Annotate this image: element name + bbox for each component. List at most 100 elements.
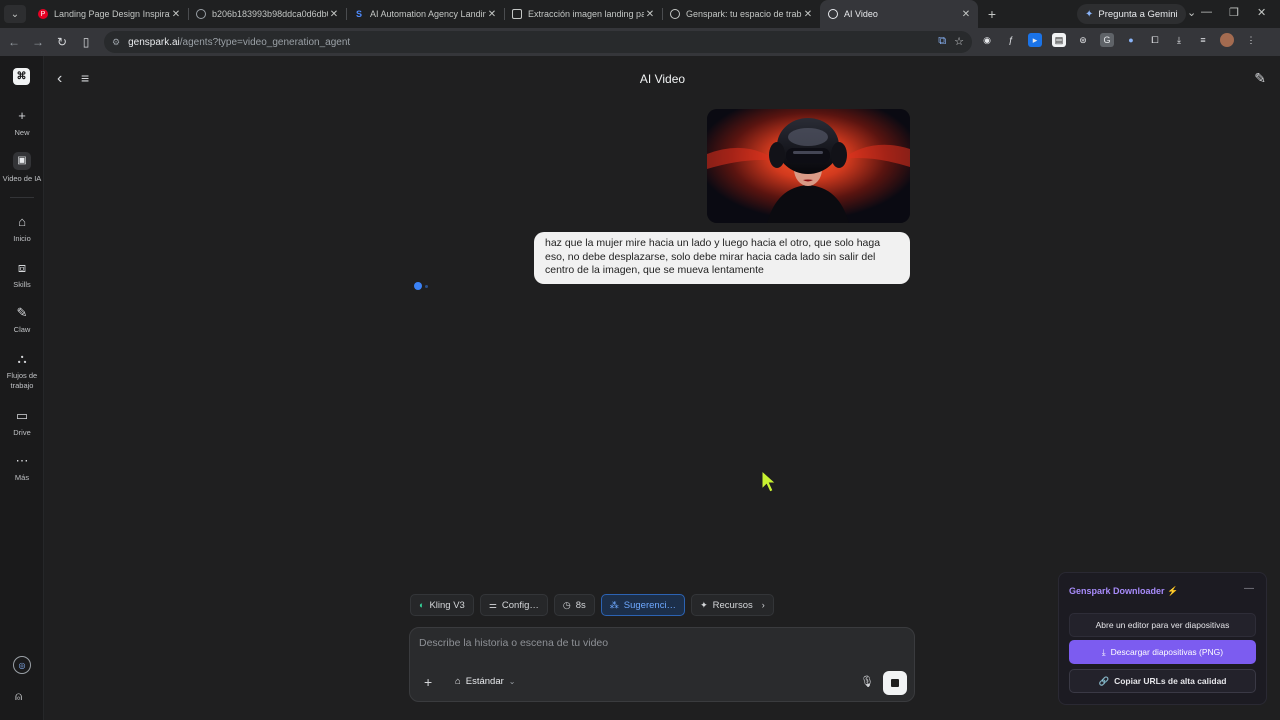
download-png-button[interactable]: ⤓ Descargar diapositivas (PNG) bbox=[1069, 640, 1256, 664]
openai-icon[interactable]: ⊛ bbox=[1076, 33, 1090, 47]
url-input[interactable]: ⚙ genspark.ai/agents?type=video_generati… bbox=[104, 31, 972, 53]
font-icon[interactable]: ƒ bbox=[1004, 33, 1018, 47]
open-editor-button[interactable]: Abre un editor para ver diapositivas bbox=[1069, 613, 1256, 637]
sidebar: ⌘ + New ▣ Video de IA ⌂ Inicio ⧈ Skills … bbox=[0, 56, 44, 720]
new-chat-edit-icon[interactable]: ✎ bbox=[1254, 70, 1266, 87]
workflow-icon: ⛬ bbox=[17, 351, 27, 366]
window-close-icon[interactable]: ✕ bbox=[1257, 6, 1266, 19]
media-control-icon[interactable]: ≡ bbox=[1196, 33, 1210, 47]
tab-hash[interactable]: b206b183993b98ddca0d6db0f ✕ bbox=[188, 0, 346, 28]
extension-blue-icon[interactable]: ▸ bbox=[1028, 33, 1042, 47]
page-title: AI Video bbox=[639, 72, 686, 86]
tab-landing-page-design[interactable]: P Landing Page Design Inspiratio ✕ bbox=[30, 0, 188, 28]
config-button[interactable]: ⚌ Config… bbox=[479, 594, 548, 616]
close-icon[interactable]: ✕ bbox=[170, 9, 182, 20]
sidebar-item-new[interactable]: + New bbox=[0, 108, 44, 138]
duration-button[interactable]: ◷ 8s bbox=[553, 594, 595, 616]
resources-label: Recursos bbox=[712, 599, 753, 611]
quality-mode-label: Estándar bbox=[465, 676, 504, 687]
downloader-title: Genspark Downloader ⚡ bbox=[1069, 586, 1178, 597]
back-arrow-icon[interactable]: ← bbox=[4, 35, 24, 49]
quality-icon: ⌂ bbox=[455, 676, 461, 687]
sidebar-item-flujos-de-trabajo[interactable]: ⛬ Flujos de trabajo bbox=[0, 351, 44, 391]
sidebar-item-label: Flujos de trabajo bbox=[6, 371, 38, 390]
timer-icon: ◷ bbox=[562, 599, 571, 610]
model-selector[interactable]: ◐ Kling V3 bbox=[410, 594, 474, 616]
stop-button[interactable] bbox=[883, 671, 907, 695]
profile-chevron-icon[interactable]: ⌄ bbox=[1187, 6, 1196, 19]
sidebar-item-drive[interactable]: ▭ Drive bbox=[0, 408, 44, 438]
extension-round-icon[interactable]: ● bbox=[1124, 33, 1138, 47]
chevron-down-icon: ⌄ bbox=[508, 677, 516, 686]
close-icon[interactable]: ✕ bbox=[802, 9, 814, 20]
bookmark-star-icon[interactable]: ☆ bbox=[954, 35, 964, 48]
sidebar-item-label: Inicio bbox=[13, 234, 31, 243]
sidebar-item-label: Claw bbox=[13, 325, 31, 334]
user-message-bubble: haz que la mujer mire hacia un lado y lu… bbox=[534, 232, 910, 284]
sidebar-item-mas[interactable]: ⋯ Más bbox=[0, 453, 44, 483]
profile-icon[interactable]: ⍝ bbox=[15, 689, 22, 704]
close-icon[interactable]: ✕ bbox=[486, 9, 498, 20]
more-icon: ⋯ bbox=[15, 453, 29, 468]
extension-icons: ◉ ƒ ▸ ▤ ⊛ G ● ⧠ ⤓ ≡ ⋮ bbox=[980, 33, 1258, 47]
resources-button[interactable]: ✦ Recursos › bbox=[691, 594, 774, 616]
genspark-icon bbox=[670, 9, 680, 19]
gemini-sparkle-icon: ✦ bbox=[1085, 8, 1094, 20]
tab-extraccion[interactable]: Extracción imagen landing pag ✕ bbox=[504, 0, 662, 28]
browser-menu-icon[interactable]: ⋮ bbox=[1244, 33, 1258, 47]
stop-icon bbox=[891, 679, 899, 687]
add-attachment-icon[interactable]: + bbox=[424, 674, 432, 690]
plus-icon: + bbox=[18, 108, 26, 123]
avatar[interactable] bbox=[1220, 33, 1234, 47]
mouse-cursor-icon bbox=[761, 470, 777, 493]
tab-title: Landing Page Design Inspiratio bbox=[54, 9, 170, 19]
prompt-input[interactable]: Describe la historia o escena de tu vide… bbox=[419, 637, 608, 649]
close-icon[interactable]: ✕ bbox=[960, 9, 972, 20]
skills-icon: ⧈ bbox=[17, 260, 27, 275]
tab-ai-video[interactable]: AI Video ✕ bbox=[820, 0, 978, 28]
sidebar-item-video-de-ia[interactable]: ▣ Video de IA bbox=[0, 152, 44, 184]
download-icon[interactable]: ⤓ bbox=[1172, 33, 1186, 47]
credits-icon[interactable]: ◎ bbox=[13, 656, 31, 674]
genspark-icon bbox=[828, 9, 838, 19]
genspark-downloader-panel: Genspark Downloader ⚡ — Abre un editor p… bbox=[1058, 572, 1267, 705]
maximize-icon[interactable]: ❐ bbox=[1229, 6, 1239, 19]
suggestions-button[interactable]: ⁂ Sugerenci… bbox=[600, 594, 686, 616]
sidebar-item-skills[interactable]: ⧈ Skills bbox=[0, 260, 44, 290]
sidebar-item-label: Skills bbox=[13, 280, 31, 289]
folder-icon: ▭ bbox=[15, 408, 29, 423]
gemini-button[interactable]: ✦ Pregunta a Gemini bbox=[1077, 4, 1186, 24]
close-icon[interactable]: ✕ bbox=[328, 9, 340, 20]
pinterest-icon: P bbox=[38, 9, 48, 19]
kling-logo-icon: ◐ bbox=[419, 600, 425, 610]
loading-dot bbox=[425, 284, 428, 288]
minimize-icon[interactable]: — bbox=[1244, 583, 1254, 594]
download-small-icon: ⤓ bbox=[1101, 646, 1106, 657]
new-tab-button[interactable]: + bbox=[982, 6, 1002, 22]
puzzle-icon[interactable]: ⧠ bbox=[1148, 33, 1162, 47]
genspark-logo-icon[interactable]: ⌘ bbox=[13, 68, 30, 85]
forward-arrow-icon[interactable]: → bbox=[28, 35, 48, 49]
gemini-label: Pregunta a Gemini bbox=[1098, 8, 1178, 20]
close-icon[interactable]: ✕ bbox=[644, 9, 656, 20]
grammar-icon[interactable]: G bbox=[1100, 33, 1114, 47]
uploaded-image[interactable] bbox=[707, 109, 910, 223]
reload-icon[interactable]: ↻ bbox=[52, 35, 72, 49]
microphone-icon[interactable]: 🎙 bbox=[860, 675, 874, 688]
quality-mode-selector[interactable]: ⌂ Estándar ⌄ bbox=[455, 676, 515, 687]
copy-urls-button[interactable]: 🔗 Copiar URLs de alta calidad bbox=[1069, 669, 1256, 693]
install-app-icon[interactable]: ⧉ bbox=[938, 35, 946, 48]
prompt-composer[interactable]: Describe la historia o escena de tu vide… bbox=[409, 627, 915, 702]
sidebar-divider bbox=[10, 197, 34, 198]
tab-ai-automation[interactable]: S AI Automation Agency Landing ✕ bbox=[346, 0, 504, 28]
sidebar-item-inicio[interactable]: ⌂ Inicio bbox=[0, 214, 44, 244]
camera-icon[interactable]: ◉ bbox=[980, 33, 994, 47]
tab-genspark-workspace[interactable]: Genspark: tu espacio de trabajo ✕ bbox=[662, 0, 820, 28]
extension-white-icon[interactable]: ▤ bbox=[1052, 33, 1066, 47]
minimize-icon[interactable]: — bbox=[1201, 6, 1212, 18]
sidebar-item-claw[interactable]: ✎ Claw bbox=[0, 305, 44, 335]
loading-dot bbox=[414, 282, 422, 290]
tab-search-icon[interactable]: ⌄ bbox=[4, 5, 26, 23]
split-view-icon[interactable]: ▯ bbox=[76, 35, 96, 49]
site-info-icon[interactable]: ⚙ bbox=[112, 37, 120, 48]
